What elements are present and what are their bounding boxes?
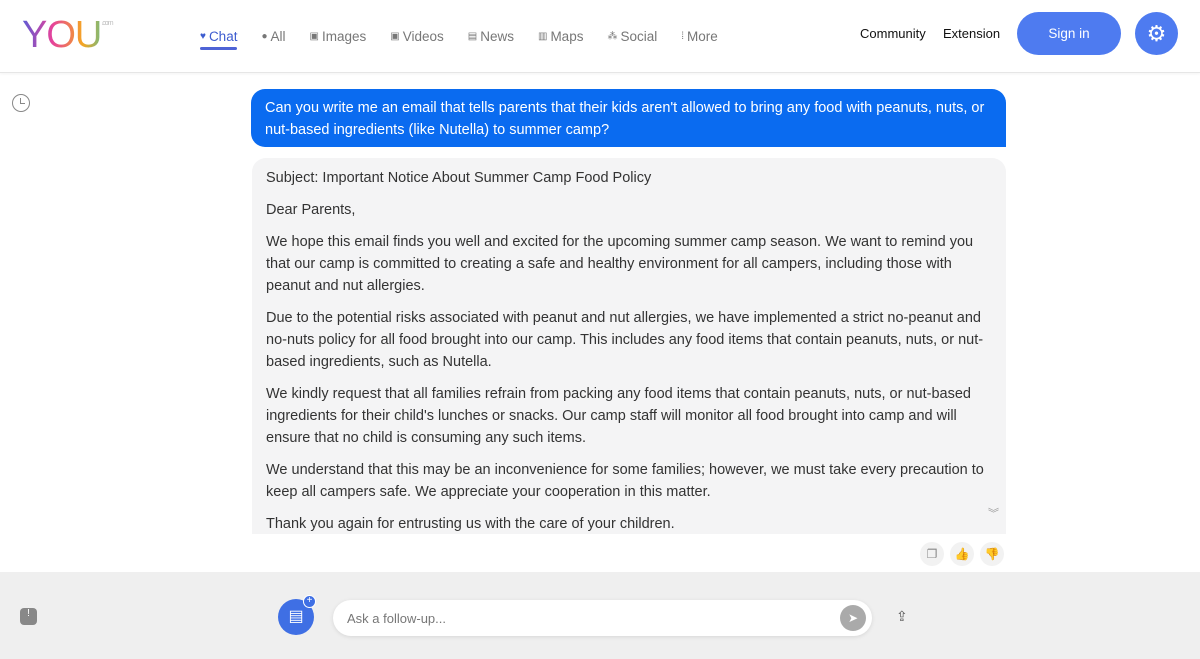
heart-chat-icon: ♥ [200, 30, 206, 42]
email-paragraph: We hope this email finds you well and ex… [266, 234, 974, 294]
email-paragraph: Thank you again for entrusting us with t… [266, 516, 675, 532]
tab-maps[interactable]: ▥ Maps [538, 24, 583, 48]
expand-chevron-icon[interactable]: ︾ [988, 505, 999, 521]
follow-up-input[interactable] [333, 600, 823, 636]
feedback-icon[interactable]: ! [20, 608, 37, 625]
response-actions: ❐ 👍 👎 [920, 542, 1004, 566]
dots-icon: ⁞ [681, 30, 685, 42]
news-icon: ▤ [467, 30, 478, 42]
settings-button[interactable]: ⚙ [1135, 12, 1178, 55]
people-icon: ⁂ [607, 30, 618, 42]
image-icon: ▣ [309, 30, 319, 42]
copy-icon[interactable]: ❐ [920, 542, 944, 566]
search-tabs: ♥ Chat ● All ▣ Images ▣ Videos ▤ News ▥ Maps ⁂… [200, 24, 718, 50]
tab-chat[interactable]: ♥ Chat [200, 24, 238, 50]
top-bar: YOU.com ♥ Chat ● All ▣ Images ▣ Videos ▤ News… [0, 0, 1200, 73]
email-paragraph: We understand that this may be an inconv… [266, 462, 984, 500]
search-icon: ● [261, 30, 268, 42]
tab-news[interactable]: ▤ News [468, 24, 514, 48]
email-greeting: Dear Parents, [266, 202, 356, 218]
email-paragraph: We kindly request that all families refr… [266, 386, 971, 446]
tab-social[interactable]: ⁂ Social [607, 24, 657, 48]
video-icon: ▣ [390, 30, 400, 42]
tab-images[interactable]: ▣ Images [310, 24, 367, 48]
map-icon: ▥ [537, 30, 548, 42]
you-logo[interactable]: YOU.com [22, 14, 114, 57]
extension-link[interactable]: Extension [943, 26, 1000, 41]
share-icon[interactable]: ⇪ [896, 608, 908, 625]
thumbs-down-icon[interactable]: 👎 [980, 542, 1004, 566]
assistant-response: Subject: Important Notice About Summer C… [252, 158, 1006, 534]
tab-all[interactable]: ● All [261, 24, 285, 48]
community-link[interactable]: Community [860, 26, 926, 41]
gear-icon: ⚙ [1146, 20, 1167, 46]
thumbs-up-icon[interactable]: 👍 [950, 542, 974, 566]
tab-more[interactable]: ⁞ More [681, 24, 718, 48]
send-button[interactable]: ➤ [840, 605, 866, 631]
email-subject: Subject: Important Notice About Summer C… [266, 170, 652, 186]
tab-videos[interactable]: ▣ Videos [390, 24, 444, 48]
plus-icon: + [303, 595, 316, 608]
user-message: Can you write me an email that tells par… [251, 89, 1006, 147]
chat-icon: ▤ [288, 608, 304, 625]
history-clock-icon[interactable] [12, 94, 30, 112]
sign-in-button[interactable]: Sign in [1017, 12, 1121, 55]
email-paragraph: Due to the potential risks associated wi… [266, 310, 984, 370]
send-icon: ➤ [847, 611, 859, 625]
follow-up-box: ➤ [333, 600, 872, 636]
